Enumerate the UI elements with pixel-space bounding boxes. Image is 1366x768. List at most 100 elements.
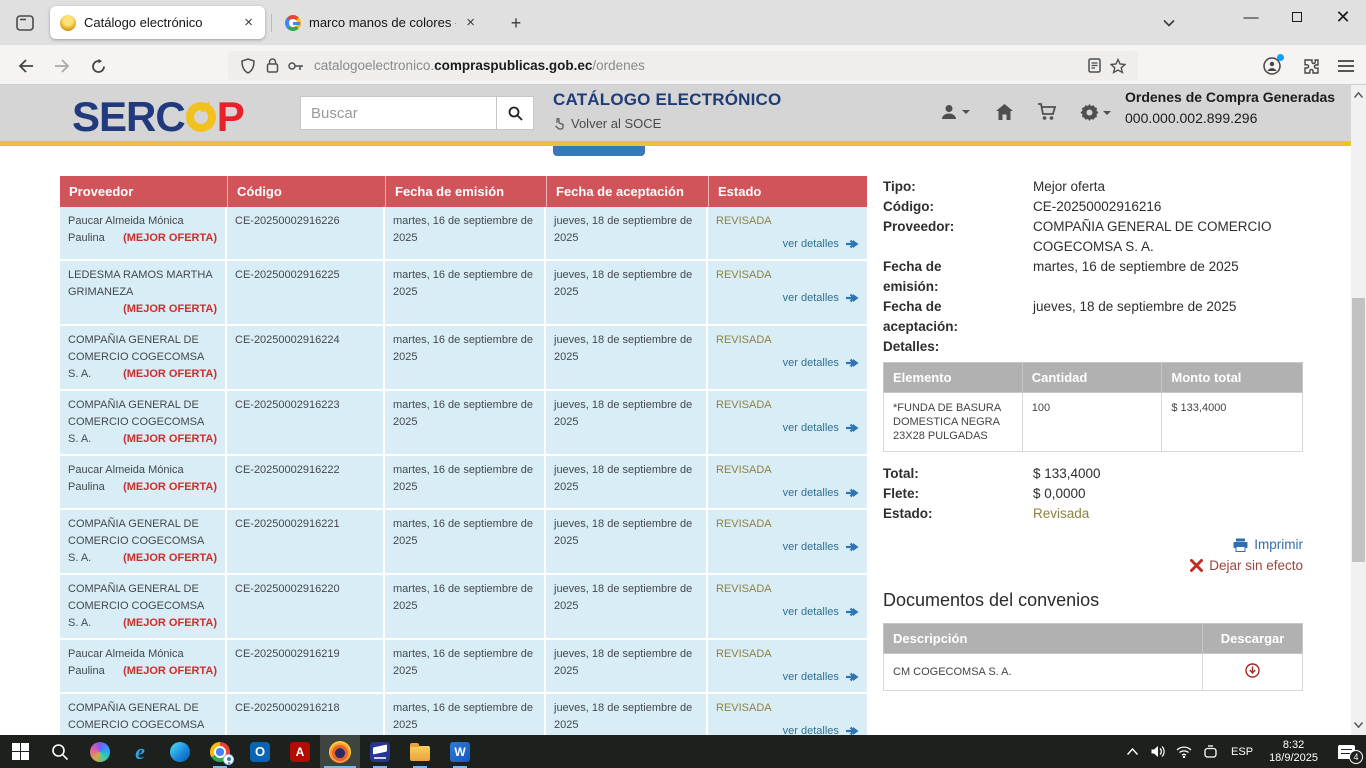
windows-taskbar: e O A W ESP 8:32 18/9/2025 xyxy=(0,735,1366,768)
home-icon[interactable] xyxy=(995,103,1014,121)
total-label: Flete: xyxy=(883,484,1033,504)
notification-count-badge: 4 xyxy=(1349,750,1363,764)
tab-close-icon[interactable]: × xyxy=(242,14,255,31)
language-indicator[interactable]: ESP xyxy=(1223,746,1261,758)
url-text[interactable]: catalogoelectronico.compraspublicas.gob.… xyxy=(314,58,1082,73)
volver-hand-icon xyxy=(553,117,566,130)
tab-catalogo-electronico[interactable]: Catálogo electrónico × xyxy=(50,6,265,39)
documents-table: Descripción Descargar CM COGECOMSA S. A. xyxy=(883,623,1303,691)
acrobat-icon[interactable]: A xyxy=(280,735,320,768)
bookmark-star-icon[interactable] xyxy=(1106,58,1130,74)
tab-close-icon[interactable]: × xyxy=(464,14,477,31)
edge-icon[interactable] xyxy=(160,735,200,768)
status-badge: REVISADA xyxy=(716,213,859,230)
back-button[interactable] xyxy=(12,53,40,79)
status-cell: REVISADAver detalles xyxy=(708,694,867,735)
firefox-icon[interactable] xyxy=(320,735,360,768)
provider-cell: Paucar Almeida Mónica Paulina (MEJOR OFE… xyxy=(60,207,227,261)
scroll-up-arrow[interactable] xyxy=(1351,87,1366,103)
lock-icon[interactable] xyxy=(260,58,284,73)
total-row: Estado:Revisada xyxy=(883,504,1303,524)
ver-detalles-link[interactable]: ver detalles xyxy=(716,236,859,253)
total-row: Flete:$ 0,0000 xyxy=(883,484,1303,504)
shield-icon[interactable] xyxy=(236,58,260,74)
window-minimize-button[interactable]: — xyxy=(1228,0,1274,34)
word-icon[interactable]: W xyxy=(440,735,480,768)
search-button[interactable] xyxy=(497,96,534,130)
sercop-logo[interactable]: SERCP xyxy=(72,93,244,141)
provider-cell: Paucar Almeida Mónica Paulina (MEJOR OFE… xyxy=(60,456,227,510)
account-icon[interactable] xyxy=(1258,53,1286,79)
internet-explorer-icon[interactable]: e xyxy=(120,735,160,768)
detail-field-value: Mejor oferta xyxy=(1033,177,1303,197)
arrow-right-icon xyxy=(846,672,859,682)
best-offer-label: (MEJOR OFERTA) xyxy=(123,663,217,680)
document-description: CM COGECOMSA S. A. xyxy=(884,654,1203,691)
cart-icon[interactable] xyxy=(1037,103,1057,121)
scan-app-icon[interactable] xyxy=(360,735,400,768)
wifi-icon[interactable] xyxy=(1171,735,1197,768)
issue-date: martes, 16 de septiembre de 2025 xyxy=(385,575,546,640)
search-input[interactable] xyxy=(300,96,497,130)
ver-detalles-link[interactable]: ver detalles xyxy=(716,290,859,307)
order-code: CE-20250002916226 xyxy=(227,207,385,261)
order-row: LEDESMA RAMOS MARTHA GRIMANEZA (MEJOR OF… xyxy=(60,261,867,326)
new-tab-button[interactable]: + xyxy=(503,10,529,36)
reload-button[interactable] xyxy=(84,53,112,79)
menu-hamburger-icon[interactable] xyxy=(1332,53,1360,79)
status-cell: REVISADAver detalles xyxy=(708,326,867,391)
google-favicon xyxy=(285,15,301,31)
void-order-link[interactable]: Dejar sin efecto xyxy=(883,555,1303,576)
forward-button[interactable] xyxy=(48,53,76,79)
detail-field-value: jueves, 18 de septiembre de 2025 xyxy=(1033,297,1303,337)
capture-icon[interactable] xyxy=(1197,735,1223,768)
user-menu-icon[interactable] xyxy=(940,103,970,121)
window-close-button[interactable]: ✕ xyxy=(1320,0,1366,34)
scrollbar-thumb[interactable] xyxy=(1352,298,1365,562)
permissions-key-icon[interactable] xyxy=(284,61,308,71)
ver-detalles-link[interactable]: ver detalles xyxy=(716,355,859,372)
ver-detalles-link[interactable]: ver detalles xyxy=(716,723,859,735)
taskbar-search-button[interactable] xyxy=(40,735,80,768)
reader-mode-icon[interactable] xyxy=(1082,58,1106,73)
document-download[interactable] xyxy=(1203,654,1303,691)
extensions-puzzle-icon[interactable] xyxy=(1296,53,1324,79)
volume-icon[interactable] xyxy=(1145,735,1171,768)
notification-center-icon[interactable]: 4 xyxy=(1326,735,1366,768)
volver-al-soce-link[interactable]: Volver al SOCE xyxy=(553,116,781,131)
clock[interactable]: 8:32 18/9/2025 xyxy=(1261,739,1326,765)
acceptance-date: jueves, 18 de septiembre de 2025 xyxy=(546,207,708,261)
arrow-right-icon xyxy=(846,542,859,552)
ver-detalles-link[interactable]: ver detalles xyxy=(716,604,859,621)
tray-chevron-icon[interactable] xyxy=(1119,735,1145,768)
arrow-right-icon xyxy=(846,423,859,433)
chrome-icon[interactable] xyxy=(200,735,240,768)
outlook-icon[interactable]: O xyxy=(240,735,280,768)
start-button[interactable] xyxy=(0,735,40,768)
tab-google-search[interactable]: marco manos de colores - Busca × xyxy=(275,6,487,39)
best-offer-label: (MEJOR OFERTA) xyxy=(123,230,217,247)
ver-detalles-link[interactable]: ver detalles xyxy=(716,485,859,502)
partially-hidden-button[interactable] xyxy=(553,146,645,156)
status-badge: REVISADA xyxy=(716,397,859,414)
provider-cell: COMPAÑIA GENERAL DE COMERCIO COGECOMSA S… xyxy=(60,326,227,391)
order-row: COMPAÑIA GENERAL DE COMERCIO COGECOMSA S… xyxy=(60,694,867,735)
print-link[interactable]: Imprimir xyxy=(883,534,1303,555)
red-x-icon xyxy=(1190,559,1203,572)
ver-detalles-link[interactable]: ver detalles xyxy=(716,420,859,437)
orders-generated-label: Ordenes de Compra Generadas xyxy=(1125,89,1340,105)
settings-gear-icon[interactable] xyxy=(1080,103,1111,122)
scroll-down-arrow[interactable] xyxy=(1351,717,1366,733)
logo-serc-text: SERC xyxy=(72,93,185,141)
window-restore-button[interactable] xyxy=(1274,0,1320,34)
page-scrollbar[interactable] xyxy=(1351,85,1366,735)
acceptance-date: jueves, 18 de septiembre de 2025 xyxy=(546,261,708,326)
copilot-icon[interactable] xyxy=(80,735,120,768)
ver-detalles-link[interactable]: ver detalles xyxy=(716,539,859,556)
ver-detalles-link[interactable]: ver detalles xyxy=(716,669,859,686)
firefox-view-icon[interactable] xyxy=(10,11,40,35)
acceptance-date: jueves, 18 de septiembre de 2025 xyxy=(546,391,708,456)
tab-list-chevron-icon[interactable] xyxy=(1156,11,1182,35)
file-explorer-icon[interactable] xyxy=(400,735,440,768)
url-bar[interactable]: catalogoelectronico.compraspublicas.gob.… xyxy=(228,51,1138,80)
